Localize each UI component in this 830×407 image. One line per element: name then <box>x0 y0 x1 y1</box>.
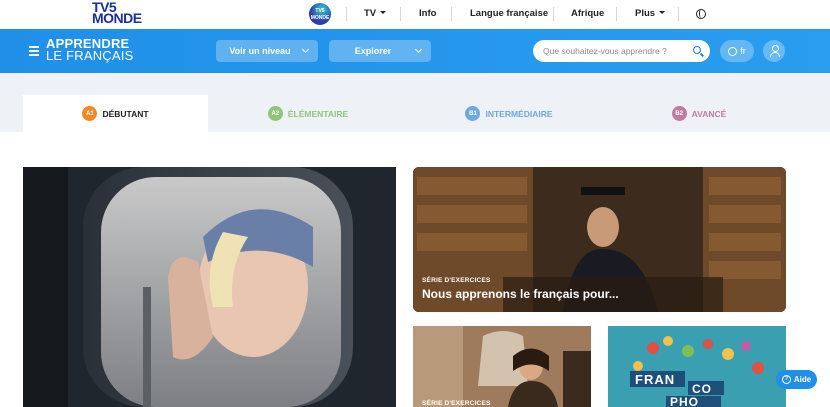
tab-elementaire-label: ÉLÉMENTAIRE <box>287 108 349 119</box>
globe-icon <box>728 46 738 56</box>
user-icon <box>770 45 780 57</box>
logo-line-2: MONDE <box>92 10 142 26</box>
card-category: SÉRIE D'EXERCICES <box>422 400 491 407</box>
globe-icon[interactable] <box>696 9 706 19</box>
tab-intermediaire-label: INTERMÉDIAIRE <box>485 108 553 119</box>
nav-item-info[interactable]: Info <box>419 8 436 19</box>
featured-card-airplane[interactable] <box>23 167 396 407</box>
user-account-button[interactable] <box>763 40 785 62</box>
card-title: Nous apprenons le français pour... <box>422 287 619 301</box>
voir-un-niveau-label: Voir un niveau <box>229 46 291 56</box>
nav-item-tv[interactable]: TV <box>364 8 387 19</box>
chevron-down-icon <box>301 45 310 54</box>
airplane-window-image <box>23 167 396 407</box>
voir-un-niveau-button[interactable]: Voir un niveau <box>216 40 318 62</box>
caret-down-icon <box>659 11 666 14</box>
tab-elementaire[interactable]: A2 ÉLÉMENTAIRE <box>222 95 394 132</box>
brand-line-2: LE FRANÇAIS <box>46 48 134 63</box>
francophonie-word-fran: FRAN <box>635 372 676 387</box>
tab-avance-label: AVANCÉ <box>691 108 727 119</box>
explorer-label: Explorer <box>354 46 392 56</box>
help-label: Aide <box>793 375 812 384</box>
level-badge-a1: A1 <box>82 106 98 121</box>
apprendre-le-francais-logo[interactable]: APPRENDRE LE FRANÇAIS <box>46 37 134 63</box>
search-input[interactable] <box>543 43 688 59</box>
nav-item-tv-label: TV <box>364 8 377 19</box>
nav-item-plus[interactable]: Plus <box>635 8 666 19</box>
top-nav: TV5 MONDE TV5 MONDE TV Info Langue franç… <box>0 0 830 29</box>
card-nous-apprenons[interactable]: SÉRIE D'EXERCICES Nous apprenons le fran… <box>413 167 786 312</box>
language-label: fr <box>740 46 746 56</box>
help-question-icon: ? <box>781 375 791 384</box>
nav-divider <box>346 7 347 21</box>
card-francophonie[interactable]: FRAN CO PHO <box>608 326 786 407</box>
channel-badge-text: TV5 MONDE <box>310 8 330 21</box>
nav-divider <box>451 7 452 21</box>
caret-down-icon <box>380 11 387 14</box>
tab-debutant[interactable]: A1 DÉBUTANT <box>23 95 208 132</box>
help-button[interactable]: ? Aide <box>776 370 817 389</box>
nav-item-afrique[interactable]: Afrique <box>571 8 604 19</box>
chevron-down-icon <box>414 45 423 54</box>
tab-avance[interactable]: B2 AVANCÉ <box>620 95 778 132</box>
card-category: SÉRIE D'EXERCICES <box>422 277 491 284</box>
woman-office-image <box>413 326 591 407</box>
tv5monde-logo[interactable]: TV5 MONDE <box>92 0 156 26</box>
nav-item-plus-label: Plus <box>635 8 656 19</box>
explorer-button[interactable]: Explorer <box>329 40 431 62</box>
francophonie-word-pho: PHO <box>670 395 700 407</box>
nav-item-langue-francaise[interactable]: Langue française <box>470 8 548 19</box>
card-woman-office[interactable]: SÉRIE D'EXERCICES <box>413 326 591 407</box>
search-icon[interactable] <box>693 46 701 54</box>
level-badge-b2: B2 <box>671 106 687 121</box>
channel-badge-icon[interactable]: TV5 MONDE <box>309 3 331 25</box>
tab-intermediaire[interactable]: B1 INTERMÉDIAIRE <box>420 95 598 132</box>
main-header: APPRENDRE LE FRANÇAIS Voir un niveau Exp… <box>0 29 830 73</box>
language-button[interactable]: fr <box>720 40 754 62</box>
nav-divider <box>400 7 401 21</box>
level-badge-a2: A2 <box>267 106 283 121</box>
tab-debutant-label: DÉBUTANT <box>102 108 149 119</box>
search-box <box>533 40 710 62</box>
nav-divider <box>553 7 554 21</box>
francophonie-word-co: CO <box>692 382 712 396</box>
hamburger-menu-icon[interactable] <box>29 46 39 56</box>
level-badge-b1: B1 <box>465 106 481 121</box>
nav-divider <box>616 7 617 21</box>
nav-divider <box>678 7 679 21</box>
